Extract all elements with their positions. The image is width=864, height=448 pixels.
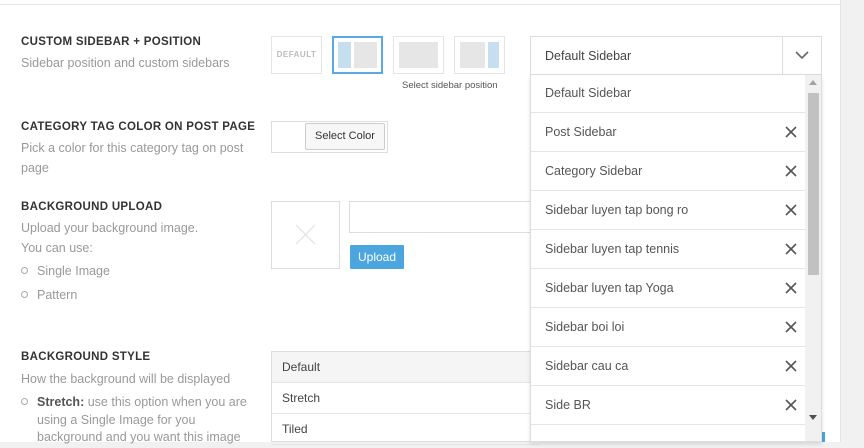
bg-style-bullet-text-3: background and you want this image bbox=[37, 430, 241, 444]
scrollbar-thumb[interactable] bbox=[808, 93, 819, 275]
close-icon[interactable] bbox=[785, 321, 797, 333]
category-color-desc-2: page bbox=[21, 161, 49, 175]
close-icon[interactable] bbox=[785, 399, 797, 411]
upload-url-input[interactable] bbox=[349, 201, 539, 233]
close-icon[interactable] bbox=[785, 243, 797, 255]
divider bbox=[0, 4, 840, 5]
category-color-title: CATEGORY TAG COLOR ON POST PAGE bbox=[21, 121, 256, 133]
bg-upload-desc-2: You can use: bbox=[21, 241, 93, 255]
dropdown-item-label: Sidebar cau ca bbox=[545, 359, 629, 373]
style-option-default[interactable]: Default bbox=[272, 352, 540, 383]
layout-option-left-sidebar[interactable] bbox=[332, 36, 383, 74]
dropdown-toggle[interactable] bbox=[782, 37, 821, 74]
bullet-pattern: Pattern bbox=[37, 288, 78, 302]
dropdown-item[interactable]: Side BR bbox=[531, 387, 807, 425]
dropdown-item-label: Default Sidebar bbox=[545, 86, 632, 100]
bullet-item: Stretch: use this option when you are bbox=[21, 395, 247, 409]
image-preview bbox=[271, 201, 340, 269]
dropdown-scrollbar[interactable] bbox=[805, 75, 821, 441]
layout-option-right-sidebar[interactable] bbox=[454, 36, 505, 74]
sidebar-position-caption: Select sidebar position bbox=[402, 80, 498, 91]
dropdown-item-label: Sidebar boi loi bbox=[545, 320, 625, 334]
dropdown-item-label: Side BR bbox=[545, 398, 591, 412]
upload-button[interactable]: Upload bbox=[350, 245, 404, 269]
bullet-item: Pattern bbox=[21, 288, 77, 302]
bullet-strong: Stretch: bbox=[37, 395, 85, 409]
layout-option-default[interactable]: DEFAULT bbox=[271, 36, 322, 74]
no-sidebar-icon bbox=[399, 42, 438, 68]
style-option-tiled[interactable]: Tiled bbox=[272, 414, 540, 445]
dropdown-item[interactable]: Sidebar luyen tap Yoga bbox=[531, 270, 807, 308]
dropdown-item-label: Post Sidebar bbox=[545, 125, 617, 139]
dropdown-item[interactable]: Post Sidebar bbox=[531, 114, 807, 152]
bg-style-title: BACKGROUND STYLE bbox=[21, 351, 151, 363]
dropdown-item-label: Sidebar luyen tap Yoga bbox=[545, 281, 674, 295]
bg-style-list: Default Stretch Tiled bbox=[271, 351, 541, 445]
bg-style-desc: How the background will be displayed bbox=[21, 372, 231, 386]
dropdown-item-label: Sidebar luyen tap tennis bbox=[545, 242, 680, 256]
right-sidebar-icon bbox=[460, 42, 499, 68]
sidebar-title: CUSTOM SIDEBAR + POSITION bbox=[21, 36, 202, 48]
x-icon bbox=[295, 224, 316, 245]
sidebar-desc: Sidebar position and custom sidebars bbox=[21, 56, 230, 70]
dropdown-item[interactable]: Sidebar boi loi bbox=[531, 309, 807, 347]
scroll-down-icon[interactable] bbox=[809, 415, 817, 420]
bg-upload-desc-1: Upload your background image. bbox=[21, 221, 199, 235]
scroll-up-icon[interactable] bbox=[809, 80, 817, 85]
close-icon[interactable] bbox=[785, 165, 797, 177]
close-icon[interactable] bbox=[785, 126, 797, 138]
close-icon[interactable] bbox=[785, 204, 797, 216]
dropdown-item[interactable]: Category Sidebar bbox=[531, 153, 807, 191]
dropdown-item-label: Sidebar luyen tap bong ro bbox=[545, 203, 689, 217]
sidebar-dropdown: Default Sidebar Post Sidebar Category Si… bbox=[530, 75, 822, 442]
dropdown-item[interactable]: Sidebar cau ca bbox=[531, 348, 807, 386]
select-color-button[interactable]: Select Color bbox=[305, 123, 385, 150]
chevron-down-icon bbox=[795, 51, 809, 60]
left-sidebar-icon bbox=[338, 42, 377, 68]
dropdown-item[interactable]: Sidebar luyen tap tennis bbox=[531, 231, 807, 269]
bullet-item: Single Image bbox=[21, 264, 110, 278]
category-color-desc-1: Pick a color for this category tag on po… bbox=[21, 141, 244, 155]
color-picker[interactable]: Select Color bbox=[271, 121, 388, 153]
dropdown-item[interactable]: Default Sidebar bbox=[531, 75, 807, 113]
close-icon[interactable] bbox=[785, 282, 797, 294]
bg-upload-title: BACKGROUND UPLOAD bbox=[21, 201, 163, 213]
sidebar-select-value: Default Sidebar bbox=[545, 49, 632, 63]
layout-default-label: DEFAULT bbox=[276, 50, 317, 59]
style-option-stretch[interactable]: Stretch bbox=[272, 383, 540, 414]
dropdown-item[interactable]: Sidebar luyen tap bong ro bbox=[531, 192, 807, 230]
close-icon[interactable] bbox=[785, 360, 797, 372]
bullet-single-image: Single Image bbox=[37, 264, 110, 278]
dropdown-item-label: Category Sidebar bbox=[545, 164, 643, 178]
sidebar-select[interactable]: Default Sidebar bbox=[530, 36, 822, 75]
layout-option-no-sidebar[interactable] bbox=[393, 36, 444, 74]
bullet-text: use this option when you are bbox=[87, 395, 247, 409]
